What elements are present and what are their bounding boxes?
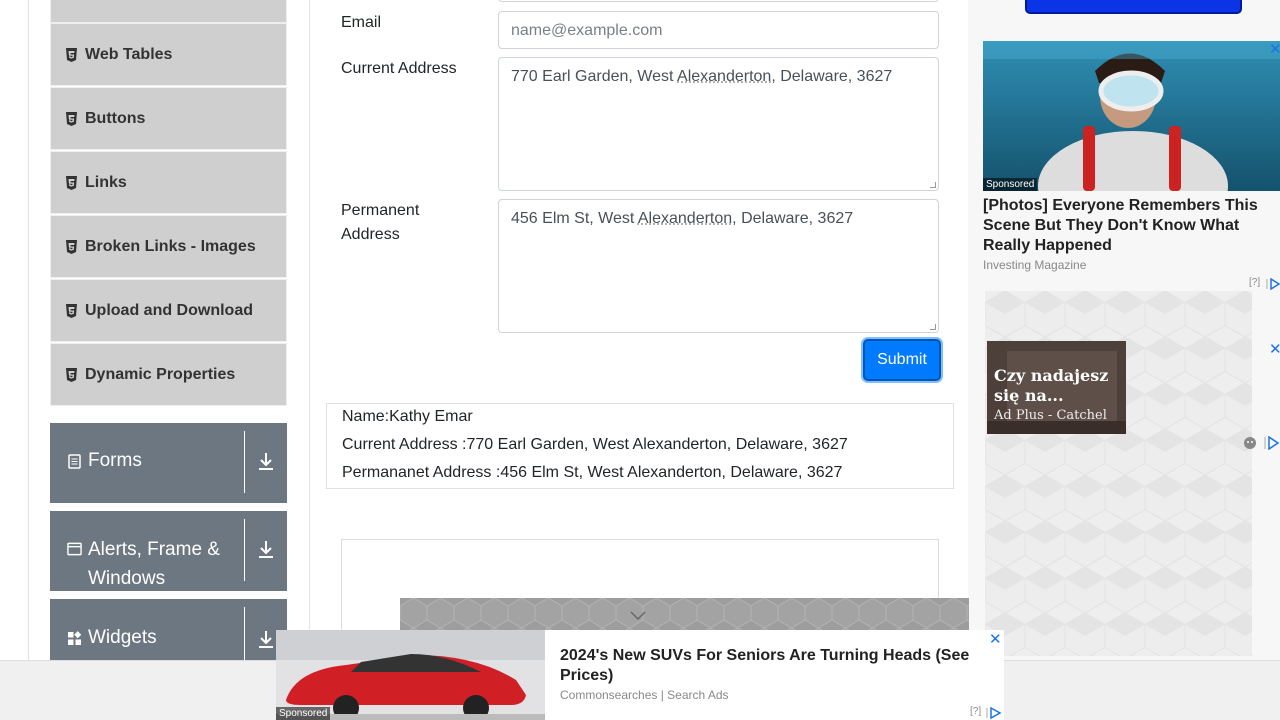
widgets-icon: [67, 631, 82, 646]
mini-ad-banner[interactable]: Czy nadajesz się na... Ad Plus - Catchel: [987, 341, 1126, 434]
ad-headline[interactable]: [Photos] Everyone Remembers This Scene B…: [983, 196, 1273, 256]
sidebar-item-web-tables[interactable]: Web Tables: [50, 23, 287, 86]
sidebar-item-label: Links: [85, 173, 127, 191]
address-text: 770 Earl Garden, West: [511, 68, 678, 85]
mini-ad-headline: Czy nadajesz się na...: [994, 366, 1108, 406]
ad-source[interactable]: Commonsearches | Search Ads: [560, 688, 729, 702]
ad-background: [400, 598, 969, 632]
html5-icon: [65, 367, 78, 382]
sidebar-item-upload-download[interactable]: Upload and Download: [50, 279, 287, 342]
output-permanent-address: Permananet Address :456 Elm St, West Ale…: [342, 464, 843, 481]
spellcheck-word: Alexanderton: [637, 210, 733, 227]
html5-icon: [65, 111, 78, 126]
adchoices-icon[interactable]: [986, 706, 1002, 720]
feedback-icon[interactable]: [1243, 436, 1258, 450]
bottom-ad[interactable]: Sponsored 2024's New SUVs For Seniors Ar…: [276, 630, 1004, 720]
ad-button[interactable]: [1025, 0, 1242, 14]
html5-icon: [65, 47, 78, 62]
ad-image[interactable]: Sponsored: [276, 630, 545, 720]
address-text: , Delaware, 3627: [771, 68, 893, 85]
ad-help-link[interactable]: [?]: [1249, 277, 1260, 288]
sidebar-group-label: Forms: [88, 450, 142, 471]
sidebar-item-label: Buttons: [85, 109, 146, 127]
html5-icon: [65, 239, 78, 254]
output-current-address: Current Address :770 Earl Garden, West A…: [342, 436, 848, 453]
sponsored-label: Sponsored: [276, 707, 331, 720]
ad-headline[interactable]: 2024's New SUVs For Seniors Are Turning …: [560, 646, 990, 686]
current-address-field[interactable]: 770 Earl Garden, West Alexanderton, Dela…: [498, 57, 939, 191]
close-icon[interactable]: ✕: [989, 630, 1002, 648]
download-icon[interactable]: [245, 511, 287, 587]
sidebar-item-links[interactable]: Links: [50, 151, 287, 214]
ad-help-link[interactable]: [?]: [970, 706, 981, 717]
html5-icon: [65, 175, 78, 190]
label-line: Address: [341, 226, 400, 243]
download-icon[interactable]: [245, 423, 287, 499]
permanent-address-label: Permanent Address: [341, 199, 419, 247]
submit-button[interactable]: Submit: [863, 339, 941, 381]
label-line: Windows: [88, 568, 166, 589]
headline-line: się na...: [994, 386, 1064, 405]
close-icon[interactable]: ✕: [1269, 340, 1280, 358]
document-icon: [67, 453, 82, 469]
resize-handle[interactable]: [930, 324, 936, 330]
output-panel: Name:Kathy Emar Current Address :770 Ear…: [326, 403, 954, 489]
mini-ad-subtitle: Ad Plus - Catchel: [994, 408, 1107, 423]
html5-icon: [65, 303, 78, 318]
sidebar-item-dynamic-properties[interactable]: Dynamic Properties: [50, 343, 287, 406]
adchoices-icon[interactable]: [1264, 435, 1280, 451]
previous-input[interactable]: [498, 0, 939, 2]
spellcheck-word: Alexanderton: [677, 68, 772, 85]
ad-source[interactable]: Investing Magazine: [983, 258, 1086, 272]
close-icon[interactable]: ✕: [1269, 40, 1280, 58]
label-line: Alerts, Frame &: [88, 539, 220, 560]
sidebar-item-label: Dynamic Properties: [85, 365, 236, 383]
address-text: , Delaware, 3627: [732, 210, 854, 227]
email-label: Email: [341, 14, 382, 31]
sponsored-label: Sponsored: [983, 178, 1038, 191]
headline-line: Czy nadajesz: [994, 366, 1109, 385]
sidebar-item-label: Web Tables: [85, 45, 173, 63]
address-text: 456 Elm St, West: [511, 210, 638, 227]
current-address-label: Current Address: [341, 60, 457, 77]
page: Web Tables Buttons Links Broken Links - …: [0, 0, 1280, 720]
sidebar-item-broken-links[interactable]: Broken Links - Images: [50, 215, 287, 278]
sidebar-item-label: Upload and Download: [85, 301, 253, 319]
permanent-address-field[interactable]: 456 Elm St, West Alexanderton, Delaware,…: [498, 199, 939, 333]
label-line: Permanent: [341, 202, 420, 219]
window-icon: [67, 542, 82, 557]
sidebar-group-forms[interactable]: Forms: [50, 423, 287, 503]
email-field[interactable]: name@example.com: [498, 11, 939, 49]
sidebar-group-alerts[interactable]: Alerts, Frame & Windows: [50, 511, 287, 591]
sidebar-item-previous[interactable]: [50, 0, 287, 23]
chevron-down-icon[interactable]: [630, 608, 646, 621]
sidebar-group-label: Alerts, Frame & Windows: [88, 535, 220, 593]
output-name: Name:Kathy Emar: [342, 408, 473, 425]
sidebar-group-label: Widgets: [88, 627, 157, 648]
adchoices-icon[interactable]: [1266, 277, 1280, 291]
resize-handle[interactable]: [930, 182, 936, 188]
ad-image[interactable]: Sponsored: [983, 41, 1280, 191]
sidebar-item-label: Broken Links - Images: [85, 237, 256, 255]
sidebar-item-buttons[interactable]: Buttons: [50, 87, 287, 150]
